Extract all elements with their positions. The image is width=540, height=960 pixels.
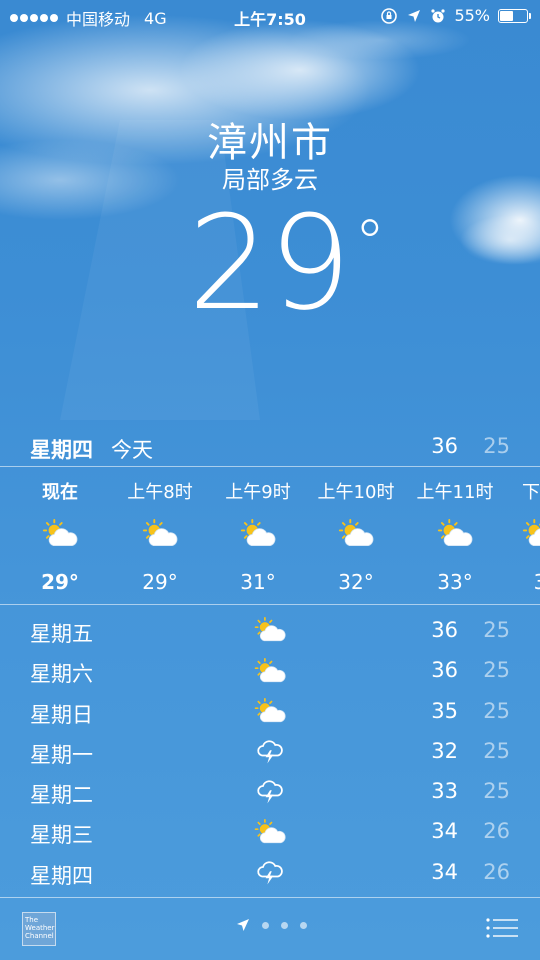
city-list-icon[interactable] (486, 916, 518, 940)
page-dot (281, 921, 288, 929)
hourly-time: 现在 (42, 482, 78, 503)
hourly-forecast[interactable]: 现在 29° 上午8时 29° 上午9时 31° 上午10时 32° 上午11时… (0, 470, 540, 604)
hourly-time: 上午11时 (416, 482, 494, 503)
status-bar: 中国移动 4G 上午7:50 55% (0, 0, 540, 32)
divider (0, 604, 540, 605)
partly-cloudy-icon (406, 510, 504, 558)
degree-symbol: ° (354, 206, 385, 279)
battery-fill (500, 10, 514, 21)
hourly-item: 上午10时 32° (307, 470, 405, 594)
daily-low: 26 (483, 859, 510, 884)
current-temperature-value: 29 (188, 187, 351, 339)
page-dot (300, 921, 307, 929)
hourly-time: 下午 (522, 482, 540, 503)
hourly-temp: 3 (533, 570, 540, 594)
location-arrow-icon (408, 9, 421, 22)
current-temperature: 29 ° (188, 198, 385, 328)
page-dot (262, 921, 269, 929)
today-low: 25 (483, 434, 510, 458)
daily-day: 星期三 (30, 823, 93, 848)
daily-row: 星期日 35 25 (0, 693, 540, 733)
battery-icon (498, 8, 531, 23)
daily-day: 星期二 (30, 783, 93, 808)
partly-cloudy-icon (11, 510, 109, 558)
hourly-item: 上午8时 29° (111, 470, 209, 594)
partly-cloudy-icon (250, 695, 290, 729)
hourly-temp: 29° (142, 570, 178, 594)
daily-high: 35 (431, 698, 458, 723)
partly-cloudy-icon (111, 510, 209, 558)
hourly-item: 下午 3 (491, 470, 540, 594)
daily-low: 25 (483, 618, 510, 642)
daily-row: 星期一 32 25 (0, 733, 540, 773)
hourly-temp: 29° (41, 570, 79, 594)
battery-percent: 55% (454, 6, 490, 25)
hourly-time: 上午8时 (127, 482, 193, 503)
daily-low: 25 (483, 698, 510, 723)
hourly-item: 上午9时 31° (209, 470, 307, 594)
daily-row: 星期五 36 25 (0, 612, 540, 652)
today-summary: 星期四 今天 36 25 (0, 430, 540, 464)
hourly-temp: 31° (240, 570, 276, 594)
hourly-temp: 32° (338, 570, 374, 594)
daily-low: 25 (483, 738, 510, 763)
hourly-time: 上午10时 (317, 482, 395, 503)
daily-high: 34 (431, 819, 458, 844)
daily-high: 32 (431, 738, 458, 763)
daily-row: 星期三 34 26 (0, 813, 540, 853)
daily-row: 星期六 36 25 (0, 652, 540, 692)
hourly-item: 上午11时 33° (406, 470, 504, 594)
today-day: 星期四 (30, 438, 93, 462)
daily-day: 星期六 (30, 662, 93, 687)
daily-row: 星期二 33 25 (0, 773, 540, 813)
daily-forecast[interactable]: 星期五 36 25 星期六 36 25 星期日 35 25 星期一 32 25 … (0, 612, 540, 894)
daily-high: 36 (431, 618, 458, 642)
bottom-toolbar: The Weather Channel (0, 898, 540, 960)
today-high: 36 (431, 434, 458, 458)
today-label: 今天 (111, 438, 153, 462)
hourly-time: 上午9时 (225, 482, 291, 503)
hourly-item: 现在 29° (11, 470, 109, 594)
alarm-icon (431, 8, 446, 22)
daily-low: 25 (483, 658, 510, 683)
daily-row: 星期四 34 26 (0, 854, 540, 894)
daily-day: 星期四 (30, 863, 93, 888)
daily-high: 33 (431, 779, 458, 804)
partly-cloudy-icon (250, 654, 290, 688)
divider (0, 466, 540, 467)
location-arrow-icon (237, 919, 249, 931)
partly-cloudy-icon (307, 510, 405, 558)
partly-cloudy-icon (209, 510, 307, 558)
partly-cloudy-icon (491, 510, 540, 558)
rotation-lock-icon (381, 7, 398, 24)
daily-low: 26 (483, 819, 510, 844)
daily-high: 34 (431, 859, 458, 884)
daily-day: 星期五 (30, 622, 93, 646)
daily-low: 25 (483, 779, 510, 804)
partly-cloudy-icon (250, 815, 290, 849)
thunderstorm-icon (250, 775, 290, 809)
weather-channel-logo[interactable]: The Weather Channel (22, 912, 56, 946)
daily-day: 星期一 (30, 742, 93, 767)
partly-cloudy-icon (250, 614, 290, 648)
hourly-temp: 33° (437, 570, 473, 594)
thunderstorm-icon (250, 735, 290, 769)
thunderstorm-icon (250, 856, 290, 890)
daily-day: 星期日 (30, 702, 93, 727)
daily-high: 36 (431, 658, 458, 683)
page-indicator[interactable] (236, 918, 307, 932)
